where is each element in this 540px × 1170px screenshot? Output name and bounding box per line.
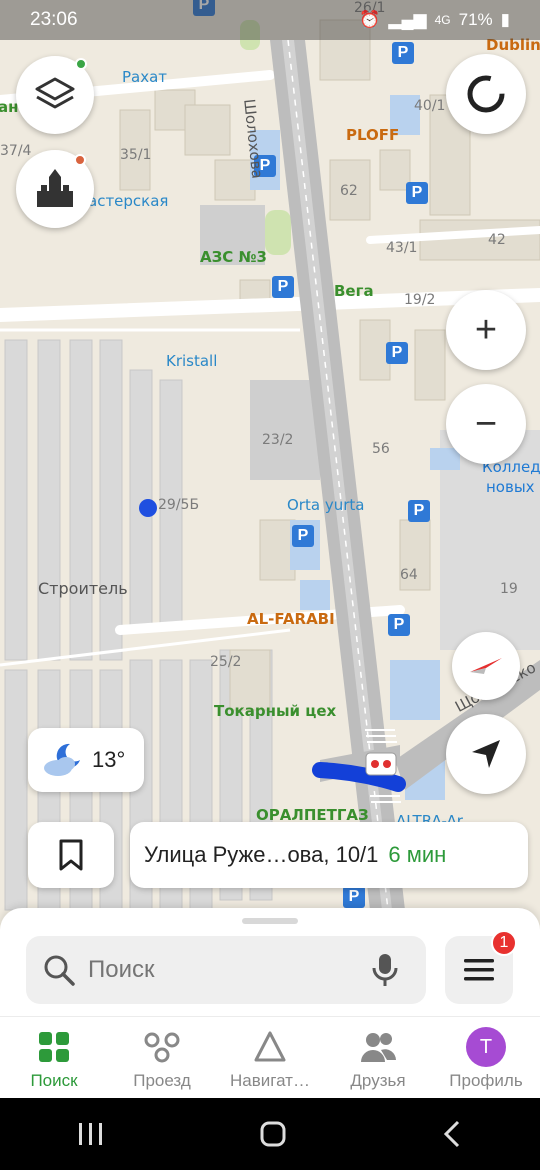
network-type: 4G	[434, 13, 451, 27]
building-number: 43/1	[386, 240, 418, 256]
parking-marker[interactable]: P	[408, 500, 430, 522]
moon-cloud-icon	[44, 743, 80, 776]
tab-label: Навигат…	[230, 1071, 310, 1090]
poi-label[interactable]: астерская	[88, 192, 168, 210]
rotate-icon	[467, 75, 505, 113]
bottom-tab-bar: Поиск Проезд Навигат… Друзья Т Профиль	[0, 1016, 540, 1098]
building-number: 19	[500, 581, 518, 597]
parking-marker[interactable]: P	[343, 886, 365, 908]
poi-label[interactable]: АЗС №3	[200, 248, 267, 266]
signal-icon: ▂▄▆	[388, 10, 427, 29]
system-navigation-bar	[0, 1098, 540, 1170]
city-icon	[37, 169, 73, 207]
navigation-arrow-icon	[472, 740, 500, 768]
building-number: 23/2	[262, 432, 294, 448]
friends-icon	[361, 1033, 396, 1062]
parking-marker[interactable]: P	[386, 342, 408, 364]
poi-label[interactable]: новых	[486, 478, 535, 496]
status-bar: 23:06 ⏰ ▂▄▆ 4G 71% ▮	[0, 0, 540, 40]
building-number: 62	[340, 183, 358, 199]
tab-search[interactable]: Поиск	[0, 1017, 108, 1098]
district-label: Строитель	[38, 579, 128, 598]
recent-apps-icon[interactable]	[76, 1121, 106, 1147]
battery-level: 71%	[458, 10, 493, 29]
building-number: 64	[400, 567, 418, 583]
status-time: 23:06	[30, 9, 78, 30]
tab-navigator[interactable]: Навигат…	[216, 1017, 324, 1098]
compass-needle-icon	[470, 658, 502, 674]
parking-marker[interactable]: P	[388, 614, 410, 636]
parking-marker[interactable]: P	[392, 42, 414, 64]
bottom-sheet: 1 Поиск Проезд	[0, 908, 540, 1098]
route-destination: Улица Руже…ова, 10/1	[144, 842, 379, 867]
back-icon[interactable]	[440, 1119, 464, 1149]
poi-label[interactable]: Рахат	[122, 68, 167, 86]
layers-status-dot	[75, 58, 87, 70]
tab-label: Поиск	[30, 1071, 78, 1090]
search-bar[interactable]	[26, 936, 426, 1004]
search-icon	[44, 955, 75, 986]
route-eta: 6 мин	[388, 842, 447, 867]
poi-label[interactable]: Токарный цех	[214, 702, 336, 720]
locate-button[interactable]	[446, 714, 526, 794]
notification-badge: 1	[491, 930, 517, 956]
home-icon[interactable]	[258, 1119, 288, 1149]
poi-label[interactable]: Kristall	[166, 352, 217, 370]
battery-icon: ▮	[500, 10, 510, 29]
layers-icon	[35, 77, 75, 109]
parking-marker[interactable]: P	[406, 182, 428, 204]
tab-label: Профиль	[449, 1071, 523, 1090]
avatar: Т	[466, 1027, 506, 1067]
weather-widget[interactable]: 13°	[28, 728, 144, 792]
zoom-out-label: −	[474, 402, 498, 445]
route-suggestion-card[interactable]: Улица Руже…ова, 10/1 6 мин	[130, 822, 528, 888]
tab-directions[interactable]: Проезд	[108, 1017, 216, 1098]
tab-label: Друзья	[350, 1071, 406, 1090]
building-number: 40/1	[414, 98, 446, 114]
bookmark-icon	[59, 839, 83, 871]
building-number: 37/4	[0, 143, 32, 159]
zoom-out-button[interactable]: −	[446, 384, 526, 464]
search-input[interactable]	[88, 956, 358, 984]
tab-label: Проезд	[133, 1071, 191, 1090]
parking-marker[interactable]: P	[272, 276, 294, 298]
alarm-icon: ⏰	[359, 10, 381, 29]
north-button[interactable]	[452, 632, 520, 700]
zoom-in-label: +	[474, 308, 498, 351]
menu-button[interactable]: 1	[445, 930, 517, 1004]
poi-label[interactable]: Вега	[334, 282, 374, 300]
poi-label[interactable]: PLOFF	[346, 126, 399, 144]
zoom-in-button[interactable]: +	[446, 290, 526, 370]
places-status-dot	[74, 154, 86, 166]
poi-label[interactable]: Orta yurta	[287, 496, 364, 514]
navigator-icon	[254, 1031, 286, 1062]
parking-marker[interactable]: P	[292, 525, 314, 547]
building-number: 19/2	[404, 292, 436, 308]
building-number: 29/5Б	[158, 497, 200, 513]
tab-profile[interactable]: Т Профиль	[432, 1017, 540, 1098]
compass-button[interactable]	[446, 54, 526, 134]
building-number: 25/2	[210, 654, 242, 670]
route-icon	[144, 1032, 180, 1063]
building-number: 35/1	[120, 147, 152, 163]
grid-icon	[39, 1032, 69, 1062]
poi-label[interactable]: AL-FARABI	[247, 610, 335, 628]
sheet-handle[interactable]	[242, 918, 298, 924]
weather-temperature: 13°	[92, 747, 126, 772]
menu-icon	[464, 959, 494, 981]
bookmarks-button[interactable]	[28, 822, 114, 888]
building-number: 56	[372, 441, 390, 457]
tab-friends[interactable]: Друзья	[324, 1017, 432, 1098]
microphone-icon[interactable]	[370, 952, 400, 988]
building-number: 42	[488, 232, 506, 248]
